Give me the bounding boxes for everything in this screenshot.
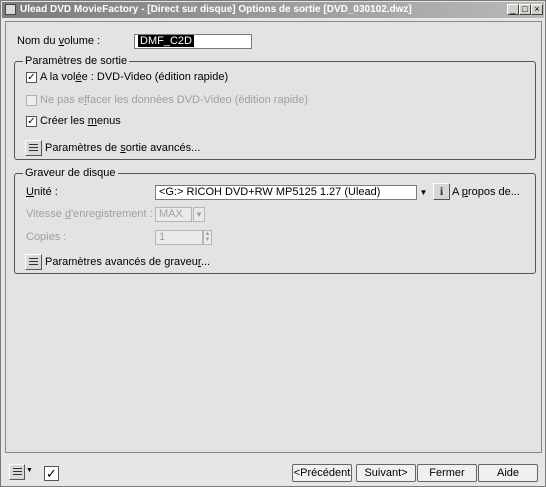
main-window: Ulead DVD MovieFactory - [Direct sur dis… — [0, 0, 546, 487]
minimize-button[interactable]: _ — [507, 4, 519, 15]
create-menus-label: Créer les menus — [40, 115, 121, 127]
on-the-fly-checkbox[interactable]: ✓ — [26, 72, 37, 83]
menu-list-icon[interactable] — [9, 464, 25, 480]
speed-select: MAX — [155, 207, 192, 222]
previous-button[interactable]: <Précédent — [292, 464, 352, 482]
speed-label: Vitesse d'enregistrement : — [26, 208, 153, 220]
options-panel: Nom du volume : DMF_C2D Paramètres de so… — [5, 21, 542, 453]
no-erase-checkbox — [26, 95, 37, 106]
on-the-fly-label: A la volée : DVD-Video (édition rapide) — [40, 71, 229, 83]
footer-bar: ▼ ✓ <Précédent Suivant> Fermer Aide — [5, 458, 542, 486]
checkmark-icon[interactable]: ✓ — [44, 466, 59, 481]
disc-burner-group: Graveur de disque Unité : <G:> RICOH DVD… — [14, 167, 536, 274]
volume-name-input[interactable]: DMF_C2D — [134, 34, 252, 49]
maximize-button[interactable]: □ — [519, 4, 531, 15]
close-window-button[interactable]: × — [531, 4, 543, 15]
unit-label: Unité : — [26, 186, 58, 198]
burner-advanced-label[interactable]: Paramètres avancés de graveur... — [45, 256, 210, 268]
output-settings-legend: Paramètres de sortie — [23, 55, 130, 67]
create-menus-checkbox[interactable]: ✓ — [26, 116, 37, 127]
about-button[interactable]: A propos de... — [452, 186, 520, 198]
output-advanced-label[interactable]: Paramètres de sortie avancés... — [45, 142, 200, 154]
copies-input: 1 — [155, 230, 203, 245]
info-icon[interactable]: i — [433, 183, 450, 200]
window-title: Ulead DVD MovieFactory - [Direct sur dis… — [20, 4, 412, 15]
app-icon — [5, 4, 16, 15]
no-erase-label: Ne pas effacer les données DVD-Video (éd… — [40, 94, 309, 106]
burner-advanced-button[interactable] — [25, 254, 42, 270]
speed-dropdown-button: ▼ — [193, 207, 205, 222]
output-settings-group: Paramètres de sortie ✓ A la volée : DVD-… — [14, 55, 536, 160]
copies-label: Copies : — [26, 231, 67, 243]
menu-dropdown-arrow-icon[interactable]: ▼ — [26, 467, 33, 474]
close-button[interactable]: Fermer — [417, 464, 477, 482]
help-button[interactable]: Aide — [478, 464, 538, 482]
output-advanced-button[interactable] — [25, 140, 42, 156]
title-bar[interactable]: Ulead DVD MovieFactory - [Direct sur dis… — [2, 2, 544, 18]
dropdown-arrow-icon: ▼ — [419, 188, 428, 197]
settings-list-icon — [29, 258, 38, 266]
unit-select[interactable]: <G:> RICOH DVD+RW MP5125 1.27 (Ulead) — [155, 185, 417, 200]
spin-arrows-icon: ▲ ▼ — [203, 230, 212, 245]
volume-label: Nom du volume : — [17, 35, 101, 47]
next-button[interactable]: Suivant> — [356, 464, 416, 482]
unit-dropdown-button[interactable]: ▼ — [417, 185, 430, 200]
disc-burner-legend: Graveur de disque — [23, 167, 118, 179]
settings-list-icon — [29, 144, 38, 152]
